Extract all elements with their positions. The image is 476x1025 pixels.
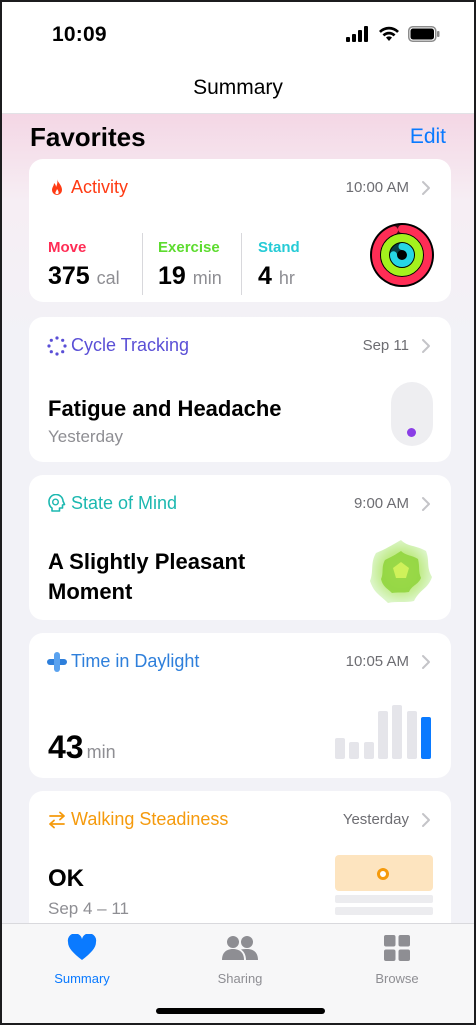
- flame-icon: [52, 179, 62, 195]
- people-icon: [222, 936, 258, 960]
- chevron-right-icon: [422, 181, 430, 195]
- chevron-right-icon: [422, 655, 430, 669]
- card-time: 10:00 AM: [345, 179, 409, 196]
- metric-unit: hr: [278, 268, 295, 288]
- status-time: 10:09: [52, 23, 107, 46]
- tab-sharing[interactable]: Sharing: [180, 934, 300, 986]
- tab-summary[interactable]: Summary: [22, 933, 142, 986]
- mood-headline-line1: A Slightly Pleasant: [48, 549, 246, 574]
- metric-value: 19 min: [158, 262, 222, 291]
- tab-label: Summary: [54, 971, 110, 986]
- card-header: Walking Steadiness Yesterday: [47, 809, 435, 833]
- steadiness-ok-band: [335, 855, 433, 891]
- divider: [142, 233, 143, 295]
- cycle-tracking-card[interactable]: Cycle Tracking Sep 11 Fatigue and Headac…: [29, 317, 451, 462]
- card-date: Yesterday: [342, 811, 409, 828]
- daylight-bar: [392, 705, 403, 759]
- card-header: Cycle Tracking Sep 11: [47, 335, 435, 359]
- card-header: Activity 10:00 AM: [47, 177, 435, 201]
- stand-metric: Stand 4 hr: [258, 239, 300, 291]
- card-title: Cycle Tracking: [71, 335, 190, 355]
- metric-label: Exercise: [158, 239, 220, 256]
- chevron-right-icon: [422, 339, 430, 353]
- card-title: Walking Steadiness: [71, 809, 229, 829]
- heart-icon: [67, 933, 97, 960]
- daylight-bar: [420, 717, 431, 759]
- steadiness-subline: Sep 4 – 11: [48, 899, 129, 918]
- divider: [241, 233, 242, 295]
- chevron-right-icon: [422, 813, 430, 827]
- tab-browse[interactable]: Browse: [337, 934, 457, 986]
- mood-shape-icon: [370, 540, 432, 603]
- activity-card[interactable]: Activity 10:00 AM Move 375 cal Exercise …: [29, 159, 451, 302]
- daylight-bar: [377, 711, 388, 759]
- metric-value: 375 cal: [48, 262, 120, 291]
- daylight-bar: [335, 738, 345, 759]
- activity-rings-icon: [370, 223, 434, 287]
- battery-icon: [408, 26, 440, 42]
- wifi-icon: [379, 26, 399, 41]
- cycle-headline: Fatigue and Headache: [48, 396, 282, 421]
- steadiness-band: [335, 907, 433, 915]
- daylight-bar-chart: [335, 693, 435, 759]
- metric-value: 4 hr: [258, 262, 300, 291]
- metric-label: Move: [48, 239, 87, 256]
- screen: 10:09 Summary Favorites Edit Activity 10…: [0, 0, 476, 1025]
- cycle-subline: Yesterday: [48, 427, 123, 446]
- tab-label: Browse: [375, 971, 419, 986]
- head-icon: [48, 494, 66, 512]
- favorites-header: Favorites Edit: [30, 119, 446, 155]
- metric-number: 375: [48, 262, 90, 290]
- cycle-dot: [407, 428, 416, 437]
- card-header: State of Mind 9:00 AM: [47, 493, 435, 517]
- time-in-daylight-card[interactable]: Time in Daylight 10:05 AM 43 min: [29, 633, 451, 778]
- card-title: State of Mind: [71, 493, 178, 513]
- daylight-bar: [349, 742, 360, 759]
- metric-unit: min: [192, 268, 222, 288]
- daylight-bar: [406, 711, 417, 759]
- metric-number: 19: [158, 262, 186, 290]
- page-title: Summary: [193, 76, 283, 99]
- card-title: Activity: [71, 177, 129, 197]
- steadiness-arrows-icon: [49, 811, 65, 829]
- grid-icon: [384, 935, 410, 961]
- cycle-icon: [47, 336, 67, 356]
- walking-steadiness-card[interactable]: Walking Steadiness Yesterday OK Sep 4 – …: [29, 791, 451, 936]
- status-icons: [346, 26, 440, 42]
- daylight-icon: [47, 652, 67, 672]
- mood-headline-line2: Moment: [48, 579, 133, 604]
- home-indicator: [156, 1008, 325, 1014]
- metric-label: Stand: [258, 239, 300, 256]
- state-of-mind-card[interactable]: State of Mind 9:00 AM A Slightly Pleasan…: [29, 475, 451, 620]
- cellular-signal-icon: [346, 26, 368, 42]
- tab-label: Sharing: [217, 971, 263, 986]
- move-metric: Move 375 cal: [48, 239, 120, 291]
- daylight-number: 43: [48, 729, 84, 765]
- section-title: Favorites: [30, 122, 146, 152]
- daylight-unit: min: [86, 742, 116, 762]
- steadiness-marker: [377, 868, 389, 880]
- card-time: 10:05 AM: [345, 653, 409, 670]
- card-time: 9:00 AM: [353, 495, 409, 512]
- metric-number: 4: [258, 262, 272, 290]
- metric-unit: cal: [96, 268, 120, 288]
- edit-button[interactable]: Edit: [410, 125, 446, 149]
- steadiness-headline: OK: [48, 865, 84, 892]
- cycle-day-indicator: [391, 382, 433, 446]
- status-bar: 10:09: [2, 2, 474, 70]
- card-header: Time in Daylight 10:05 AM: [47, 651, 435, 675]
- steadiness-band: [335, 895, 433, 903]
- card-date: Sep 11: [362, 337, 409, 354]
- card-title: Time in Daylight: [71, 651, 200, 671]
- exercise-metric: Exercise 19 min: [158, 239, 222, 291]
- chevron-right-icon: [422, 497, 430, 511]
- daylight-value: 43 min: [48, 729, 116, 766]
- navigation-bar: Summary: [2, 70, 474, 114]
- daylight-bar: [363, 742, 374, 759]
